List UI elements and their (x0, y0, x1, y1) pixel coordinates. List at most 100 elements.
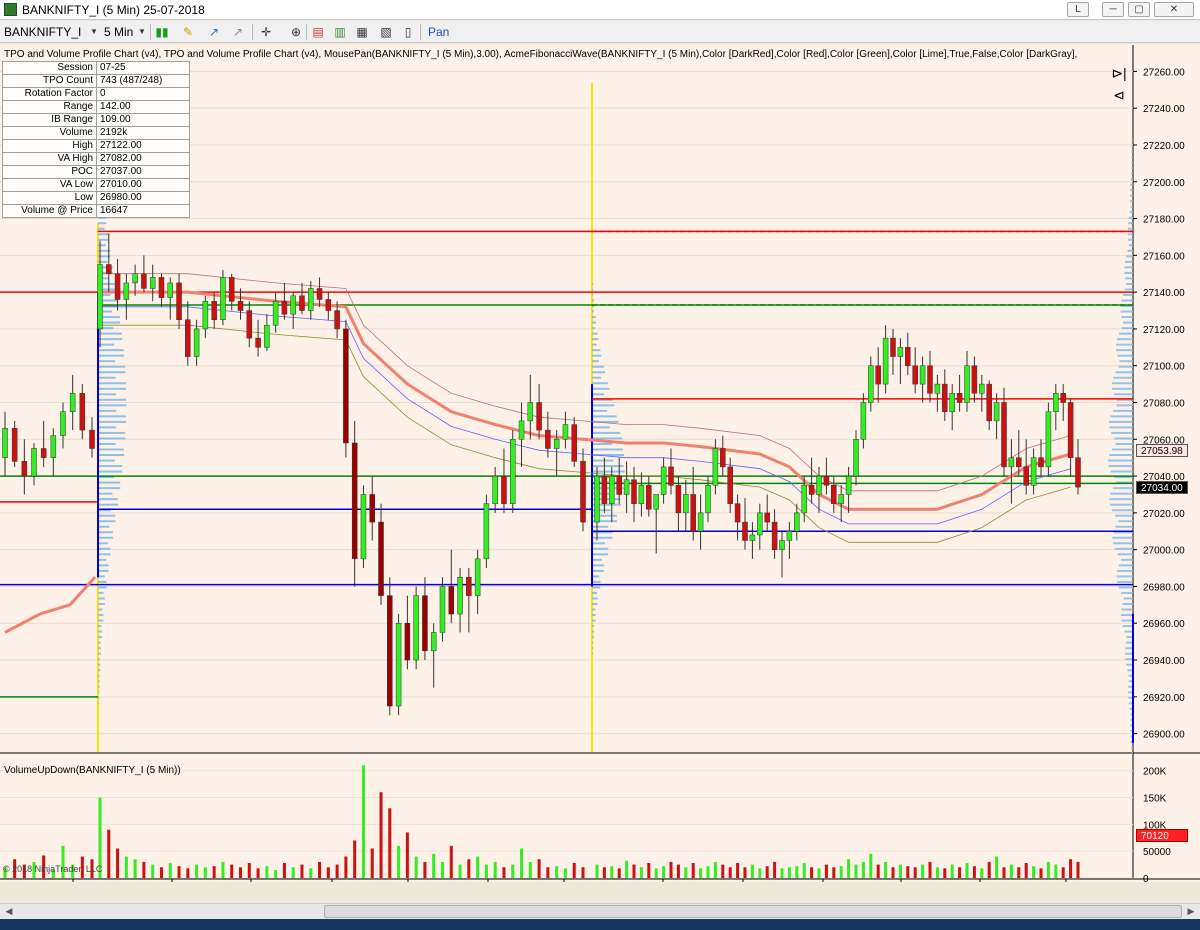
indicators-icon[interactable]: ▤ (310, 24, 326, 40)
zoom-icon[interactable]: ⊕ (288, 24, 304, 40)
interval-dropdown-icon[interactable]: ▼ (134, 24, 150, 40)
volume-bar (195, 864, 199, 878)
stats-label: IB Range (2, 113, 97, 127)
scroll-right-icon[interactable]: ▶ (1184, 905, 1198, 918)
volume-profile-bar (98, 647, 101, 650)
candle-body (185, 319, 191, 357)
scroll-left-icon[interactable]: ◀ (2, 905, 16, 918)
volume-profile-bar (592, 636, 595, 639)
candle-body (31, 448, 37, 477)
volume-profile-bar (98, 586, 107, 589)
volume-bar (1002, 867, 1006, 878)
crosshair-icon[interactable]: ✛ (258, 24, 274, 40)
candle-body (501, 475, 507, 504)
candle-body (474, 558, 481, 596)
volume-bar (124, 856, 128, 878)
candle-body (264, 324, 270, 348)
data-box-icon[interactable]: ▧ (378, 24, 394, 40)
volume-profile-bar (98, 575, 105, 578)
volume-bar (537, 859, 541, 878)
pan-toggle-icon[interactable]: ⊳|⊲ (1106, 62, 1132, 103)
volume-bar (1069, 859, 1073, 878)
candle-body (616, 475, 622, 495)
candle-body (631, 479, 637, 504)
volume-tick-label: 0 (1143, 874, 1149, 882)
composite-profile-bar (1131, 150, 1133, 153)
candle-body (536, 402, 542, 431)
volume-profile-bar (98, 431, 126, 434)
composite-profile-bar (1116, 349, 1133, 352)
volume-bar (610, 866, 614, 878)
horizontal-scrollbar[interactable]: ◀ ▶ (0, 903, 1200, 919)
composite-profile-bar (1115, 343, 1133, 346)
chart-trader-icon[interactable]: ▯ (400, 24, 416, 40)
candle-body (1060, 393, 1066, 403)
pan-button[interactable]: Pan (428, 24, 449, 40)
volume-bar (950, 864, 954, 878)
volume-profile-bar (592, 586, 601, 589)
composite-profile-bar (1121, 591, 1133, 594)
volume-bar (972, 866, 976, 878)
volume-bar (876, 864, 880, 878)
volume-profile-bar (98, 454, 125, 457)
candle-body (882, 337, 889, 385)
chart-properties-icon[interactable]: ▦ (354, 24, 370, 40)
composite-profile-bar (1131, 167, 1133, 170)
stats-row: VA Low 27010.00 (2, 178, 190, 192)
composite-profile-bar (1114, 547, 1133, 550)
candle-body (89, 429, 95, 449)
volume-profile-bar (592, 591, 598, 594)
instrument-dropdown-icon[interactable]: ▼ (86, 24, 102, 40)
volume-bar (133, 859, 137, 878)
candle-body (351, 442, 358, 560)
bar-type-icon[interactable]: ▮▮ (154, 24, 170, 40)
y-tick-label: 27000.00 (1143, 546, 1185, 557)
volume-bar (647, 862, 651, 878)
volume-bar (405, 832, 409, 878)
candle-body (727, 466, 733, 504)
pencil-icon[interactable]: ✎ (180, 24, 196, 40)
volume-bar (891, 867, 895, 878)
volume-bar (662, 866, 666, 878)
composite-profile-bar (1118, 520, 1133, 523)
candle-body (448, 586, 455, 615)
volume-profile-bar (98, 332, 122, 335)
volume-profile-bar (98, 614, 104, 617)
candle-body (638, 485, 645, 504)
composite-profile-bar (1118, 365, 1133, 368)
volume-profile-bar (98, 487, 121, 490)
volume-bar (639, 867, 643, 878)
volume-bar (247, 862, 251, 878)
volume-bar (168, 862, 172, 878)
volume-bar (151, 864, 155, 878)
y-tick-label: 27140.00 (1143, 288, 1185, 299)
close-button[interactable]: ✕ (1154, 2, 1194, 17)
candle-body (202, 301, 209, 330)
maximize-button[interactable]: ▢ (1128, 2, 1150, 17)
volume-bar (750, 864, 754, 878)
volume-tick-label: 50000 (1143, 847, 1171, 858)
volume-profile-bar (98, 531, 113, 534)
volume-bar (965, 862, 969, 878)
scroll-thumb[interactable] (324, 905, 1182, 918)
composite-profile-bar (1131, 752, 1133, 754)
instrument-selector[interactable]: BANKNIFTY_I (4, 24, 81, 40)
remove-drawings-icon[interactable]: ↗ (230, 24, 246, 40)
composite-profile-bar (1112, 536, 1133, 539)
strategies-icon[interactable]: ▥ (332, 24, 348, 40)
link-button[interactable]: L (1067, 2, 1089, 17)
volume-profile-bar (592, 327, 596, 330)
interval-selector[interactable]: 5 Min (104, 24, 133, 40)
y-tick-label: 27200.00 (1143, 178, 1185, 189)
volume-bar (484, 864, 488, 878)
composite-profile-bar (1108, 420, 1133, 423)
composite-profile-bar (1108, 459, 1133, 462)
candle-body (272, 301, 279, 326)
composite-profile-bar (1130, 183, 1133, 186)
volume-bar (602, 867, 606, 878)
composite-profile-bar (1127, 227, 1133, 230)
drawing-tools-icon[interactable]: ↗ (206, 24, 222, 40)
volume-profile-bar (98, 465, 123, 468)
candle-body (50, 435, 57, 458)
minimize-button[interactable]: ─ (1102, 2, 1124, 17)
